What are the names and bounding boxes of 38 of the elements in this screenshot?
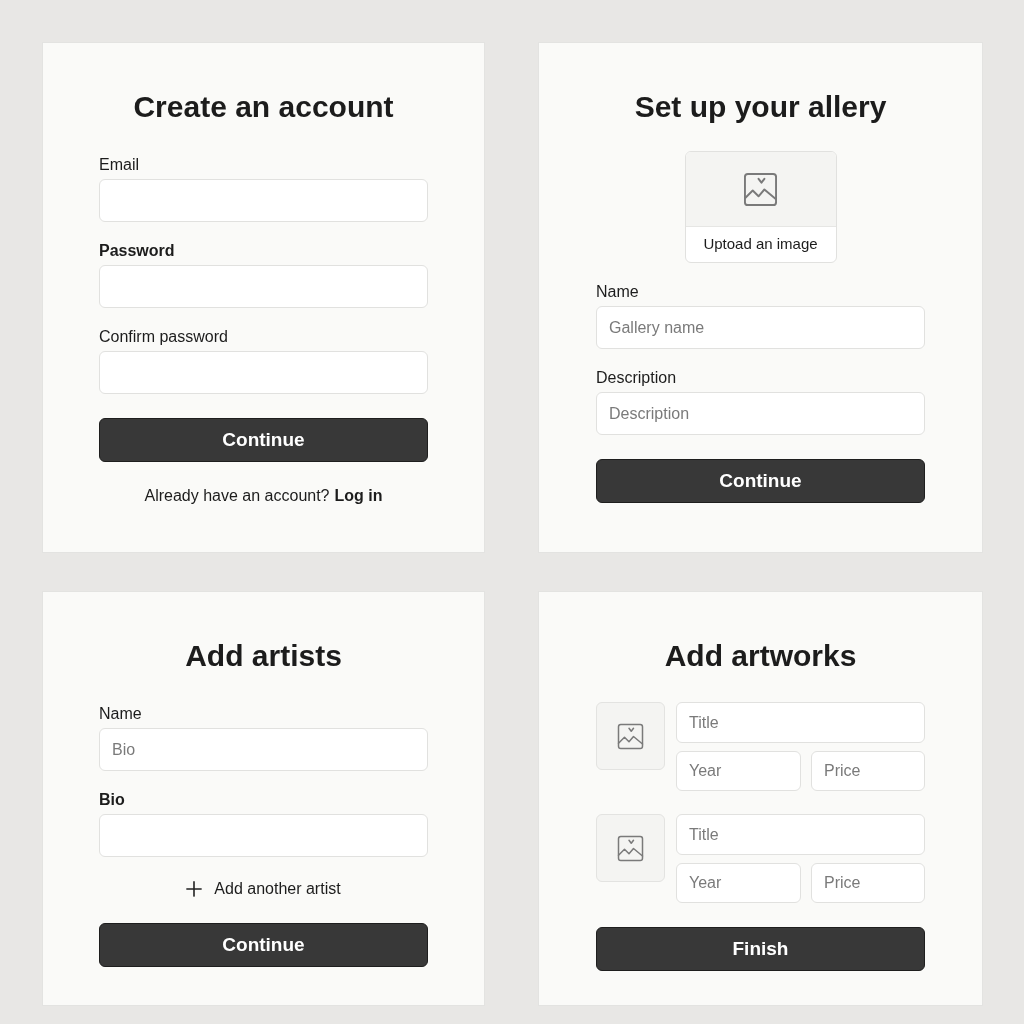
input-field[interactable]: Bio	[99, 728, 428, 771]
field-label: Description	[596, 368, 678, 388]
field-label: Bio	[99, 790, 126, 810]
form-title: Create an account	[133, 89, 394, 125]
image-icon	[743, 171, 778, 207]
input-field[interactable]: Price	[811, 863, 925, 903]
image-upload-tile[interactable]	[596, 814, 665, 882]
field-label: Password	[99, 241, 176, 261]
field-label: Email	[99, 155, 140, 175]
input-field[interactable]: Price	[811, 751, 925, 791]
input-field[interactable]	[99, 179, 428, 222]
input-field[interactable]: Title	[676, 814, 925, 855]
plus-icon	[186, 881, 203, 897]
form-title: Set up your allery	[634, 89, 887, 125]
form-title: Add artworks	[664, 638, 857, 674]
form-title: Add artists	[185, 638, 342, 674]
primary-button[interactable]: Continue	[596, 459, 925, 503]
primary-button[interactable]: Continue	[99, 923, 428, 967]
input-field[interactable]: Year	[676, 863, 801, 903]
field-label: Name	[596, 282, 640, 302]
field-label: Name	[99, 704, 143, 724]
image-upload-tile[interactable]	[596, 702, 665, 770]
primary-button[interactable]: Finish	[596, 927, 925, 971]
upload-image-button[interactable]: Uptoad an image	[684, 151, 837, 263]
login-link[interactable]: Log in	[334, 486, 383, 506]
image-icon	[617, 722, 644, 750]
primary-button[interactable]: Continue	[99, 418, 428, 462]
image-icon	[617, 834, 644, 862]
input-field[interactable]: Gallery name	[596, 306, 925, 349]
input-field[interactable]: Year	[676, 751, 801, 791]
add-artist-button[interactable]: Add another artist	[186, 879, 341, 899]
input-field[interactable]	[99, 265, 428, 308]
input-field[interactable]	[99, 814, 428, 857]
input-field[interactable]: Title	[676, 702, 925, 743]
input-field[interactable]	[99, 351, 428, 394]
footer-text: Already have an account?	[144, 486, 330, 506]
input-field[interactable]: Description	[596, 392, 925, 435]
field-label: Confirm password	[99, 327, 229, 347]
